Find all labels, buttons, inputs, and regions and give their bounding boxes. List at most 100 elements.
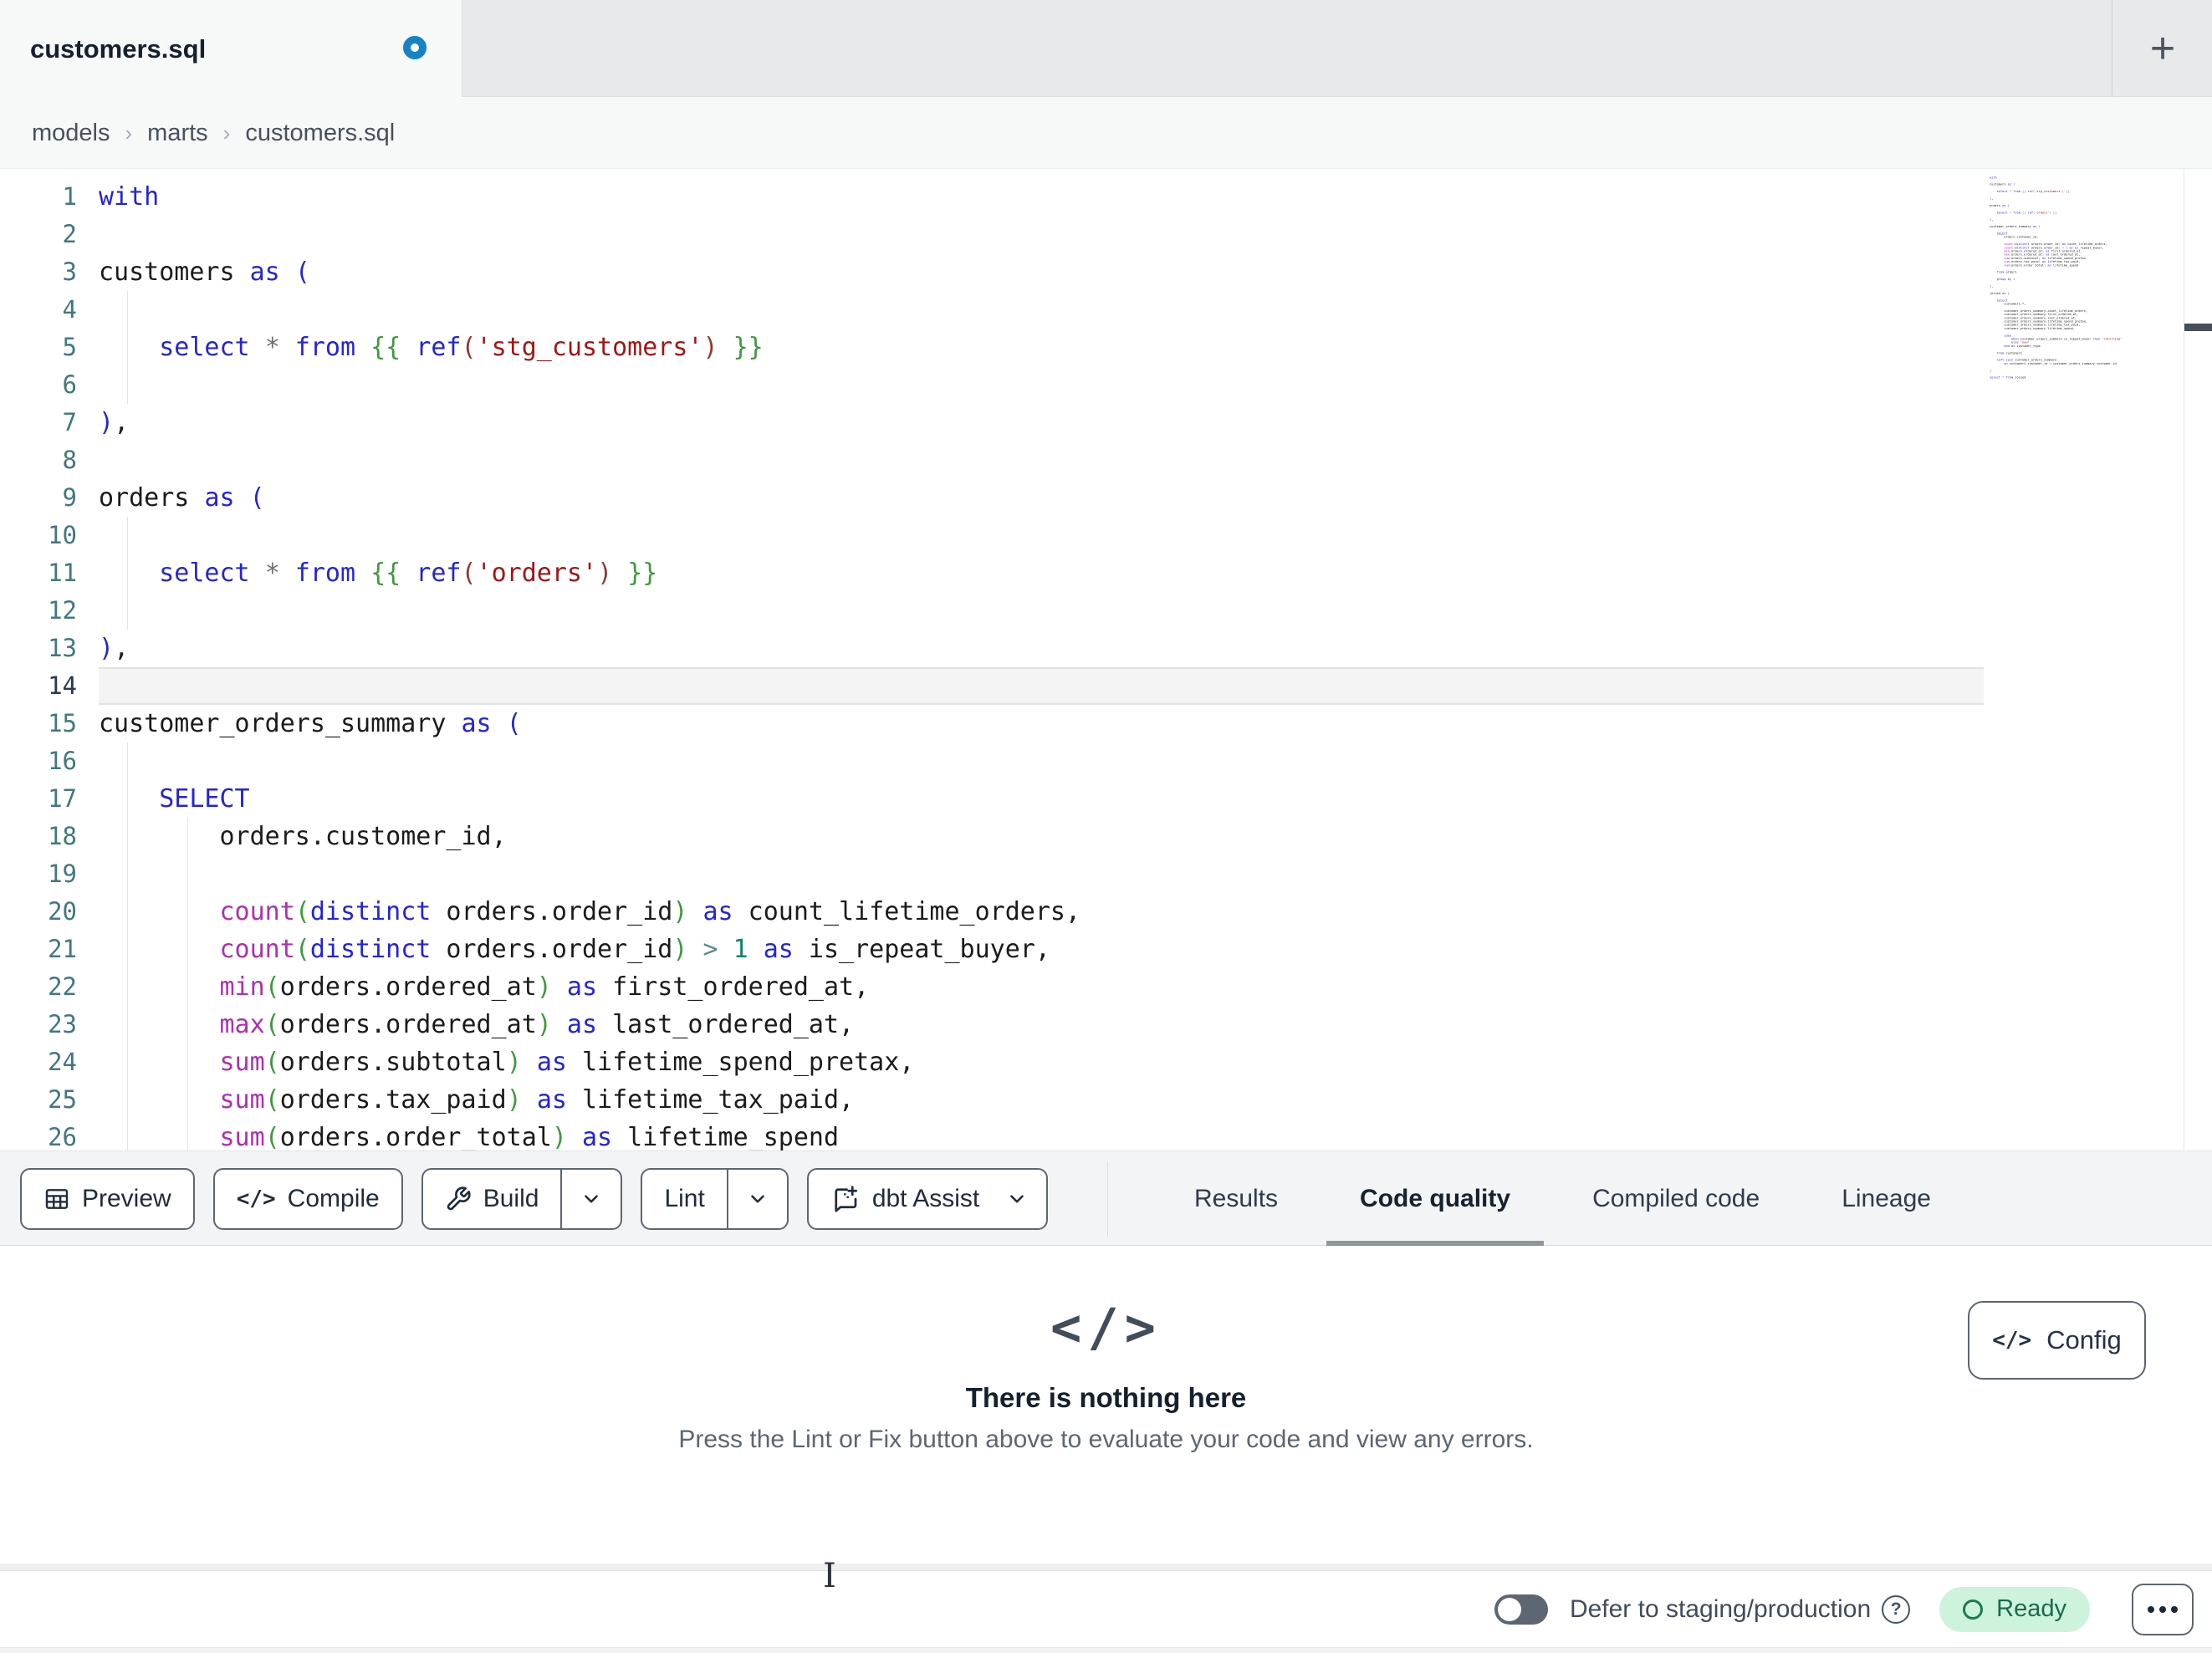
empty-state-subtitle: Press the Lint or Fix button above to ev… xyxy=(678,1426,1534,1453)
results-panel-tabs: Results Code quality Compiled code Linea… xyxy=(1161,1151,1964,1246)
code-editor[interactable]: 1 2 3 4 5 6 7 8 9 10 11 12 13 14 15 16 17 18 19 20 21 22 23 24 2… xyxy=(0,169,2212,1150)
tab-compiled-code[interactable]: Compiled code xyxy=(1559,1151,1793,1246)
window-bottom-edge xyxy=(0,1647,2212,1653)
line-number: 15 xyxy=(48,709,77,737)
code-line[interactable] xyxy=(99,742,1984,780)
build-button-label: Build xyxy=(483,1184,539,1212)
code-lines[interactable]: with customers as ( select * from {{ ref(… xyxy=(99,178,1984,1150)
code-line[interactable]: select * from {{ ref('stg_customers') }} xyxy=(99,329,1984,366)
code-line[interactable]: min(orders.ordered_at) as first_ordered_… xyxy=(99,968,1984,1006)
code-line[interactable]: sum(orders.order_total) as lifetime_spen… xyxy=(99,1119,1984,1150)
line-number: 2 xyxy=(62,220,77,248)
toolbar-buttons: Preview </> Compile Build Lint dbt Assis… xyxy=(20,1151,1049,1246)
status-bar: Defer to staging/production ? Ready xyxy=(0,1570,2212,1647)
dbt-assist-dropdown[interactable] xyxy=(1001,1170,1046,1228)
code-line[interactable]: orders.customer_id, xyxy=(99,818,1984,855)
code-line[interactable]: with xyxy=(99,178,1984,216)
panel-resize-strip[interactable] xyxy=(0,1564,2212,1570)
breadcrumb-row: models › marts › customers.sql xyxy=(0,97,2212,266)
tab-results[interactable]: Results xyxy=(1161,1151,1311,1246)
tab-bar: customers.sql + xyxy=(0,0,2212,98)
ready-label: Ready xyxy=(1996,1595,2066,1622)
table-grid-icon xyxy=(43,1186,70,1212)
ellipsis-icon xyxy=(2159,1605,2166,1613)
code-line[interactable] xyxy=(99,216,1984,253)
line-number: 5 xyxy=(62,333,77,361)
preview-button-label: Preview xyxy=(82,1184,171,1212)
defer-toggle[interactable] xyxy=(1494,1594,1548,1625)
line-number: 19 xyxy=(48,860,77,888)
code-line[interactable]: ), xyxy=(99,630,1984,667)
code-line[interactable]: count(distinct orders.order_id) as count… xyxy=(99,893,1984,931)
build-button[interactable]: Build xyxy=(421,1167,623,1230)
code-line[interactable]: customers as ( xyxy=(99,253,1984,291)
unsaved-changes-dot-icon xyxy=(403,36,427,59)
code-line[interactable] xyxy=(99,291,1984,329)
defer-label: Defer to staging/production xyxy=(1569,1594,1872,1623)
new-tab-button[interactable]: + xyxy=(2129,23,2196,74)
line-number: 24 xyxy=(48,1048,77,1076)
breadcrumb-separator-icon: › xyxy=(125,120,133,145)
minimap-line: select * from joined xyxy=(1990,375,2026,380)
gutter: 1 2 3 4 5 6 7 8 9 10 11 12 13 14 15 16 17 18 19 20 21 22 23 24 2… xyxy=(0,178,99,1150)
config-button[interactable]: </> Config xyxy=(1968,1301,2146,1380)
empty-state-title: There is nothing here xyxy=(965,1382,1247,1413)
line-number: 3 xyxy=(62,258,77,286)
scrollbar-thumb[interactable] xyxy=(2184,324,2212,331)
line-number: 23 xyxy=(48,1010,77,1038)
build-dropdown-button[interactable] xyxy=(560,1169,621,1228)
dbt-assist-button[interactable]: dbt Assist xyxy=(806,1167,1049,1230)
line-number: 22 xyxy=(48,972,77,1001)
chevron-down-icon xyxy=(1006,1188,1028,1210)
config-button-label: Config xyxy=(2046,1325,2122,1355)
tab-lineage[interactable]: Lineage xyxy=(1808,1151,1964,1246)
file-tab-title: customers.sql xyxy=(30,33,207,64)
toolbar-divider xyxy=(1107,1161,1108,1237)
code-line[interactable] xyxy=(99,855,1984,893)
breadcrumb-separator-icon: › xyxy=(222,120,231,145)
minimap[interactable]: with customers as ( select * from {{ ref(… xyxy=(1990,176,2182,410)
line-number: 13 xyxy=(48,634,77,662)
breadcrumb-item-file[interactable]: customers.sql xyxy=(245,120,395,147)
line-number: 12 xyxy=(48,596,77,625)
code-line[interactable] xyxy=(99,517,1984,554)
line-number: 11 xyxy=(48,559,77,587)
code-line[interactable]: SELECT xyxy=(99,780,1984,818)
code-line[interactable] xyxy=(99,667,1984,705)
line-number: 26 xyxy=(48,1123,77,1150)
code-line[interactable]: max(orders.ordered_at) as last_ordered_a… xyxy=(99,1006,1984,1043)
compile-button[interactable]: </> Compile xyxy=(212,1167,403,1230)
lint-dropdown-button[interactable] xyxy=(726,1169,787,1228)
status-badge-ready: Ready xyxy=(1939,1586,2090,1632)
line-number: 10 xyxy=(48,521,77,549)
code-line[interactable]: count(distinct orders.order_id) > 1 as i… xyxy=(99,931,1984,968)
code-line[interactable] xyxy=(99,592,1984,630)
more-options-button[interactable] xyxy=(2132,1583,2194,1635)
code-line[interactable]: orders as ( xyxy=(99,479,1984,517)
code-line[interactable]: customer_orders_summary as ( xyxy=(99,705,1984,742)
breadcrumb-item-marts[interactable]: marts xyxy=(147,120,208,147)
line-number: 20 xyxy=(48,897,77,926)
tab-code-quality[interactable]: Code quality xyxy=(1326,1151,1545,1246)
code-line[interactable] xyxy=(99,366,1984,404)
file-tab-customers-sql[interactable]: customers.sql xyxy=(0,0,462,98)
code-brackets-icon: </> xyxy=(1992,1328,2032,1353)
line-number: 16 xyxy=(48,747,77,775)
dbt-assist-button-label: dbt Assist xyxy=(871,1184,980,1212)
code-line[interactable]: select * from {{ ref('orders') }} xyxy=(99,554,1984,592)
breadcrumb-item-models[interactable]: models xyxy=(32,120,110,147)
code-line[interactable] xyxy=(99,441,1984,479)
chevron-down-icon xyxy=(747,1188,769,1210)
line-number: 21 xyxy=(48,935,77,963)
preview-button[interactable]: Preview xyxy=(20,1167,195,1230)
lint-button[interactable]: Lint xyxy=(641,1167,789,1230)
text-cursor-pointer: I xyxy=(823,1557,836,1595)
ready-circle-icon xyxy=(1963,1599,1984,1620)
code-line[interactable]: sum(orders.tax_paid) as lifetime_tax_pai… xyxy=(99,1081,1984,1119)
code-line[interactable]: sum(orders.subtotal) as lifetime_spend_p… xyxy=(99,1043,1984,1081)
line-number: 8 xyxy=(62,446,77,474)
action-toolbar: Preview </> Compile Build Lint dbt Assis… xyxy=(0,1150,2212,1246)
help-icon[interactable]: ? xyxy=(1882,1594,1911,1624)
ellipsis-icon xyxy=(2148,1605,2154,1613)
code-line[interactable]: ), xyxy=(99,404,1984,441)
